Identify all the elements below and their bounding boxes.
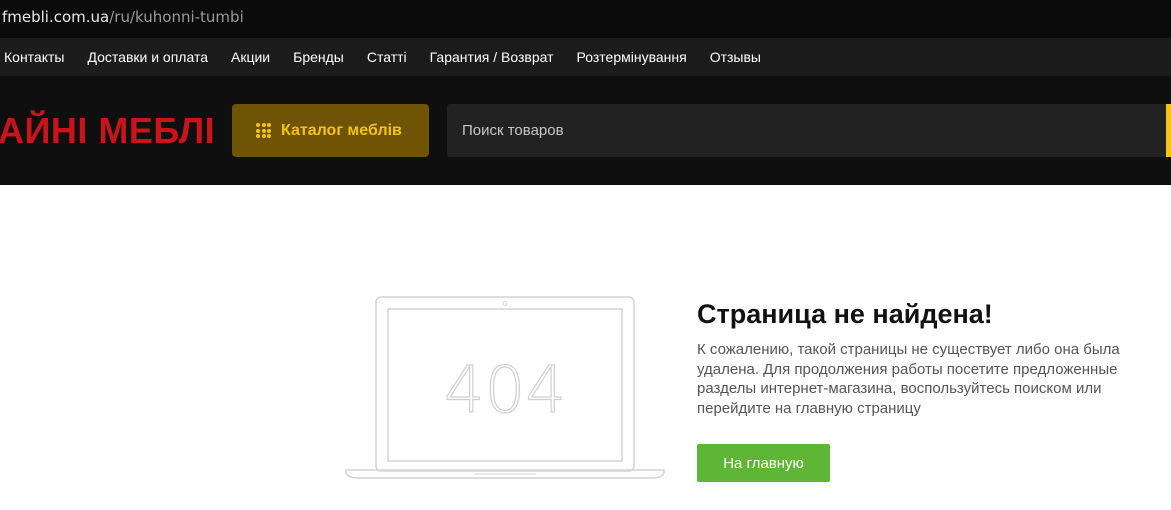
illustration-404-text: 404 <box>444 354 566 428</box>
nav-link-warranty[interactable]: Гарантия / Возврат <box>430 49 554 65</box>
url-path: /ru/kuhonni-tumbi <box>109 8 244 26</box>
url-host: fmebli.com.ua <box>2 8 110 26</box>
nav-link-articles[interactable]: Статті <box>367 49 407 65</box>
catalog-button-label: Каталог меблів <box>281 121 402 139</box>
nav-link-installments[interactable]: Розтермінування <box>577 49 687 65</box>
search-submit-button[interactable] <box>1166 104 1171 157</box>
nav-link-delivery[interactable]: Доставки и оплата <box>87 49 208 65</box>
catalog-button[interactable]: Каталог меблів <box>232 104 429 157</box>
nav-link-promotions[interactable]: Акции <box>231 49 270 65</box>
nav-link-reviews[interactable]: Отзывы <box>710 49 761 65</box>
grid-dots-icon <box>256 123 271 138</box>
top-navigation: Контакты Доставки и оплата Акции Бренды … <box>0 38 1171 76</box>
home-button[interactable]: На главную <box>697 444 830 482</box>
nav-link-contacts[interactable]: Контакты <box>4 49 64 65</box>
laptop-404-illustration: 404 <box>345 296 665 479</box>
site-header: АЙНІ МЕБЛІ Каталог меблів <box>0 76 1171 185</box>
address-bar[interactable]: fmebli.com.ua/ru/kuhonni-tumbi <box>0 0 1171 38</box>
error-description: К сожалению, такой страницы не существуе… <box>697 341 1120 417</box>
page-title: Страница не найдена! <box>697 299 993 329</box>
search-input[interactable] <box>447 104 1171 157</box>
site-logo[interactable]: АЙНІ МЕБЛІ <box>0 110 215 152</box>
nav-link-brands[interactable]: Бренды <box>293 49 344 65</box>
